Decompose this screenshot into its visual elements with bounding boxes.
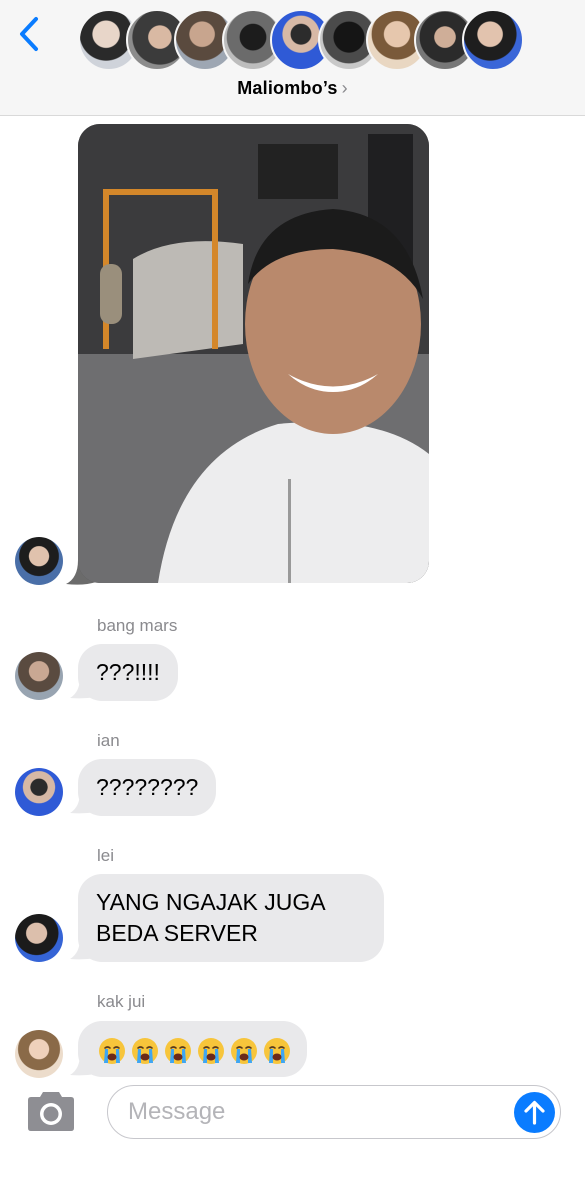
group-name-button[interactable]: Maliombo’s › xyxy=(0,78,585,99)
conversation-header: Maliombo’s › xyxy=(0,0,585,116)
chevron-left-icon xyxy=(20,17,38,51)
group-avatars[interactable] xyxy=(78,9,524,71)
message-bubble[interactable]: ???!!!! xyxy=(78,644,178,701)
message-text: ???!!!! xyxy=(96,659,160,685)
sender-name: ian xyxy=(97,731,120,750)
sender-name: lei xyxy=(97,846,115,865)
sender-name: bang mars xyxy=(97,616,178,635)
loudly-crying-face-emoji xyxy=(132,1037,158,1064)
message-composer xyxy=(107,1085,561,1139)
sender-name: kak jui xyxy=(97,992,146,1011)
sender-avatar[interactable] xyxy=(15,1030,63,1078)
message-bubble[interactable]: YANG NGAJAK JUGA BEDA SERVER xyxy=(78,874,384,962)
loudly-crying-face-emoji xyxy=(99,1037,125,1064)
member-avatar xyxy=(462,9,524,71)
loudly-crying-face-emoji xyxy=(264,1037,290,1064)
sender-avatar[interactable] xyxy=(15,768,63,816)
sender-avatar[interactable] xyxy=(15,914,63,962)
camera-icon xyxy=(28,1092,74,1131)
message-input[interactable] xyxy=(128,1086,508,1138)
back-button[interactable] xyxy=(14,14,48,54)
camera-button[interactable] xyxy=(24,1090,78,1134)
message-text: ???????? xyxy=(96,774,199,800)
sender-avatar[interactable] xyxy=(15,537,63,585)
emoji-row xyxy=(98,1036,291,1064)
photo-message[interactable] xyxy=(78,124,429,583)
message-text: YANG NGAJAK JUGA BEDA SERVER xyxy=(96,889,325,946)
send-button[interactable] xyxy=(514,1092,555,1133)
loudly-crying-face-emoji xyxy=(231,1037,257,1064)
chevron-right-icon: › xyxy=(341,78,348,98)
sender-avatar[interactable] xyxy=(15,652,63,700)
message-bubble[interactable] xyxy=(78,1021,307,1077)
message-bubble[interactable]: ???????? xyxy=(78,759,217,816)
arrow-up-icon xyxy=(524,1100,545,1125)
group-name: Maliombo’s xyxy=(237,78,338,98)
photo-attachment-icon xyxy=(78,124,429,583)
loudly-crying-face-emoji xyxy=(198,1037,224,1064)
loudly-crying-face-emoji xyxy=(165,1037,191,1064)
